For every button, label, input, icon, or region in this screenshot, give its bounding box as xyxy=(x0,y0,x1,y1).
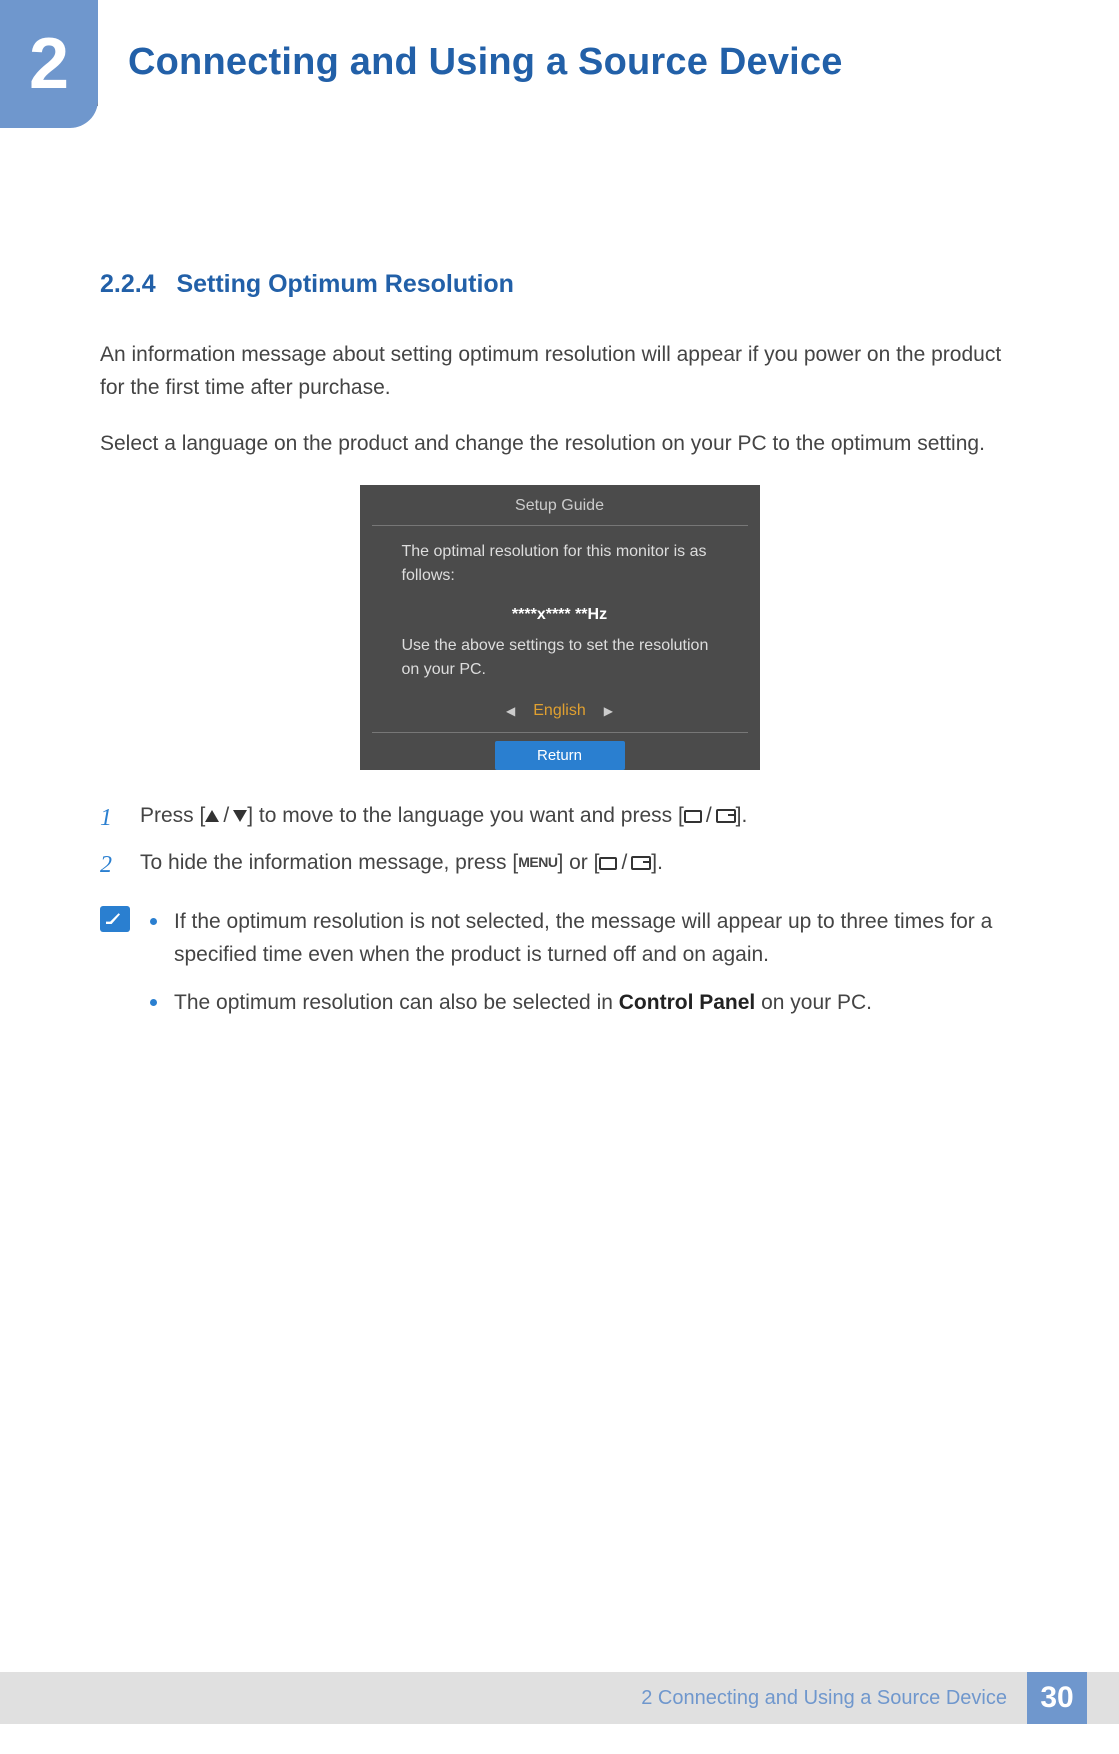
left-arrow-icon: ◀ xyxy=(488,704,533,718)
note-list: If the optimum resolution is not selecte… xyxy=(146,906,1019,1036)
osd-setup-guide: Setup Guide The optimal resolution for t… xyxy=(360,485,760,770)
footer-bar: 2 Connecting and Using a Source Device 3… xyxy=(0,1672,1119,1724)
note-item-2: The optimum resolution can also be selec… xyxy=(146,987,1019,1020)
up-down-icon: / xyxy=(205,800,247,833)
osd-line2: Use the above settings to set the resolu… xyxy=(360,634,760,692)
right-arrow-icon: ▶ xyxy=(586,704,631,718)
osd-language-selector: ◀English▶ xyxy=(372,692,748,733)
step-1-text: Press [/] to move to the language you wa… xyxy=(140,800,747,837)
intro-paragraph-1: An information message about setting opt… xyxy=(100,339,1019,404)
osd-language: English xyxy=(533,702,585,719)
page-content: 2.2.4 Setting Optimum Resolution An info… xyxy=(100,270,1019,1036)
step-number: 2 xyxy=(100,847,140,884)
note-item-1: If the optimum resolution is not selecte… xyxy=(146,906,1019,971)
note-block: If the optimum resolution is not selecte… xyxy=(100,906,1019,1036)
step-2: 2 To hide the information message, press… xyxy=(100,847,1019,884)
section-title: Setting Optimum Resolution xyxy=(176,270,514,298)
menu-icon: MENU xyxy=(518,852,557,874)
step-1: 1 Press [/] to move to the language you … xyxy=(100,800,1019,837)
step-number: 1 xyxy=(100,800,140,837)
section-heading: 2.2.4 Setting Optimum Resolution xyxy=(100,270,1019,299)
footer-text: 2 Connecting and Using a Source Device xyxy=(641,1687,1027,1710)
osd-return-button: Return xyxy=(495,741,625,770)
intro-paragraph-2: Select a language on the product and cha… xyxy=(100,428,1019,461)
step-2-text: To hide the information message, press [… xyxy=(140,847,663,884)
section-number: 2.2.4 xyxy=(100,270,156,298)
osd-title: Setup Guide xyxy=(372,485,748,526)
osd-resolution: ****x**** **Hz xyxy=(360,598,760,634)
step-list: 1 Press [/] to move to the language you … xyxy=(100,800,1019,884)
chapter-number: 2 xyxy=(29,23,69,105)
chapter-title: Connecting and Using a Source Device xyxy=(98,18,1119,106)
control-panel-bold: Control Panel xyxy=(619,991,756,1014)
source-enter-icon: / xyxy=(684,800,736,833)
note-icon xyxy=(100,906,130,932)
page-number: 30 xyxy=(1027,1672,1087,1724)
chapter-number-tab: 2 xyxy=(0,0,98,128)
source-enter-icon: / xyxy=(599,847,651,880)
osd-line1: The optimal resolution for this monitor … xyxy=(360,526,760,598)
